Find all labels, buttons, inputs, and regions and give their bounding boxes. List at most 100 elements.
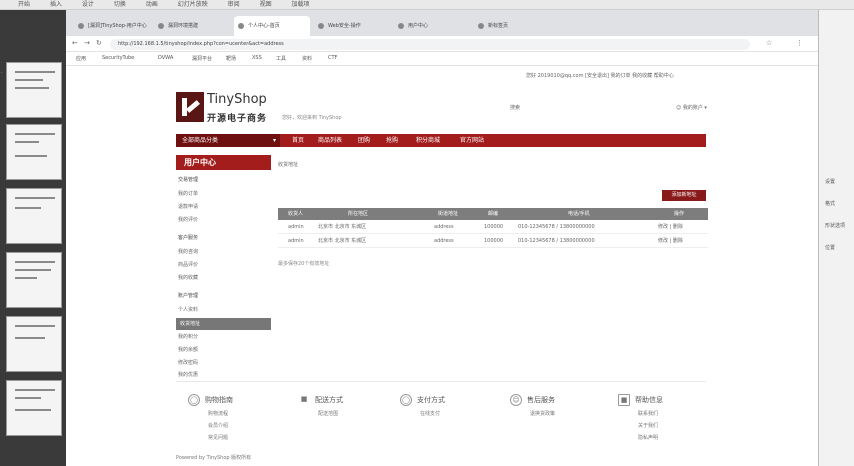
menu-item-insert[interactable]: 插入 — [50, 0, 62, 10]
menu-item-home[interactable]: 开始 — [18, 0, 30, 10]
browser-tab[interactable]: [漏洞]TinyShop-用户中心 — [74, 16, 150, 36]
browser-window: [漏洞]TinyShop-用户中心 漏洞环境搭建 个人中心-首页 Web安全-操… — [66, 10, 818, 466]
back-icon[interactable]: ← — [72, 39, 78, 47]
slide-thumbnail[interactable] — [6, 316, 62, 372]
search-link[interactable]: 搜索 — [510, 104, 520, 111]
sidebar-item-refund[interactable]: 退款申请 — [178, 203, 198, 210]
format-pane-item[interactable]: 设置 — [825, 178, 835, 185]
sidebar-item-reviews[interactable]: 我的评价 — [178, 216, 198, 223]
menu-item-transition[interactable]: 切换 — [114, 0, 126, 10]
slide-thumbnail[interactable] — [6, 188, 62, 244]
sidebar-item-balance[interactable]: 我的余额 — [178, 346, 198, 353]
my-account-link[interactable]: ☺ 我的账户 ▾ — [676, 104, 707, 111]
sidebar-item-orders[interactable]: 我的订单 — [178, 190, 198, 197]
table-cell: 010-12345678 / 13800000000 — [518, 238, 595, 244]
top-user-info[interactable]: 您好 2019010@qq.com [安全退出] 我的订单 我的收藏 帮助中心 — [526, 72, 674, 79]
nav-item-home[interactable]: 首页 — [292, 134, 304, 147]
table-header: 收货人 所在地区 街道地址 邮编 电话/手机 操作 — [278, 208, 708, 220]
main-nav: 全部商品分类 ▾ 首页 商品列表 团购 抢购 积分商城 官方网站 — [176, 134, 706, 147]
footer-link[interactable]: 退换货政策 — [530, 410, 555, 417]
table-cell: 100000 — [484, 224, 504, 230]
help-icon: ■ — [618, 394, 630, 406]
footer-link[interactable]: 联系我们 — [638, 410, 658, 417]
footer-heading: 支付方式 — [417, 396, 445, 404]
service-icon: ☺ — [510, 394, 522, 406]
favicon-icon — [78, 23, 84, 29]
slide-thumbnail[interactable] — [6, 62, 62, 118]
site-logo[interactable]: TinyShop 开源电子商务 — [176, 90, 276, 130]
browser-tab[interactable]: 漏洞环境搭建 — [154, 16, 230, 36]
sidebar-item-product-review[interactable]: 商品评价 — [178, 261, 198, 268]
table-cell: 100000 — [484, 238, 504, 244]
favicon-icon — [478, 23, 484, 29]
menu-item-animation[interactable]: 动画 — [146, 0, 158, 10]
star-icon[interactable]: ☆ — [766, 39, 772, 47]
menu-item-design[interactable]: 设计 — [82, 0, 94, 10]
browser-tab-active[interactable]: 个人中心-首页 — [234, 16, 310, 36]
category-dropdown[interactable]: 全部商品分类 ▾ — [176, 134, 280, 147]
browser-tab[interactable]: 用户中心 — [394, 16, 470, 36]
col-header: 街道地址 — [438, 211, 459, 217]
copyright: Powered by TinyShop 版权所有 — [176, 455, 252, 461]
payment-icon: ◯ — [400, 394, 412, 406]
bookmark-item[interactable]: DVWA — [158, 55, 173, 61]
slide-thumbnail[interactable] — [6, 252, 62, 308]
bookmark-item[interactable]: 靶场 — [226, 55, 236, 62]
sidebar-item-profile[interactable]: 个人资料 — [178, 306, 198, 313]
slide-thumbnail[interactable] — [6, 124, 62, 180]
footer-heading: 购物指南 — [205, 396, 233, 404]
footer-heading: 售后服务 — [527, 396, 555, 404]
nav-item-groupbuy[interactable]: 团购 — [358, 134, 370, 147]
table-cell: admin — [288, 238, 304, 244]
footer-heading: 配送方式 — [315, 396, 343, 404]
my-account-label: 我的账户 — [682, 105, 703, 111]
tab-strip: [漏洞]TinyShop-用户中心 漏洞环境搭建 个人中心-首页 Web安全-操… — [66, 10, 818, 36]
sidebar-item-consult[interactable]: 我的咨询 — [178, 248, 198, 255]
menu-item-review[interactable]: 审阅 — [228, 0, 240, 10]
sidebar-item-points[interactable]: 我的积分 — [178, 333, 198, 340]
sidebar-item-password[interactable]: 修改密码 — [178, 359, 198, 366]
logo-mark-icon — [176, 92, 204, 122]
col-header: 邮编 — [488, 211, 499, 217]
footer-link[interactable]: 会员介绍 — [208, 422, 228, 429]
sidebar-item-favorites[interactable]: 我的收藏 — [178, 274, 198, 281]
bookmark-item[interactable]: 漏洞平台 — [192, 55, 212, 62]
footer-link[interactable]: 隐私声明 — [638, 434, 658, 441]
bookmark-item[interactable]: XSS — [252, 55, 262, 61]
nav-item-official[interactable]: 官方网站 — [460, 134, 484, 147]
format-pane-item[interactable]: 格式 — [825, 200, 835, 207]
footer-link[interactable]: 在线支付 — [420, 410, 440, 417]
forward-icon[interactable]: → — [84, 39, 90, 47]
footer-link[interactable]: 常见问题 — [208, 434, 228, 441]
browser-tab[interactable]: 新标签页 — [474, 16, 550, 36]
menu-item-addins[interactable]: 加载项 — [292, 0, 310, 10]
format-pane-item[interactable]: 形状选项 — [825, 222, 845, 229]
footer-link[interactable]: 关于我们 — [638, 422, 658, 429]
menu-item-slideshow[interactable]: 幻灯片放映 — [178, 0, 208, 10]
menu-item-view[interactable]: 视图 — [260, 0, 272, 10]
footer-link[interactable]: 配送范围 — [318, 410, 338, 417]
footer-link[interactable]: 购物流程 — [208, 410, 228, 417]
edit-delete-link[interactable]: 修改 | 删除 — [658, 234, 683, 248]
bookmark-item[interactable]: SecurityTube — [102, 55, 134, 61]
bookmark-item[interactable]: CTF — [328, 55, 337, 61]
browser-tab[interactable]: Web安全-操作 — [314, 16, 390, 36]
nav-item-points[interactable]: 积分商城 — [416, 134, 440, 147]
edit-delete-link[interactable]: 修改 | 删除 — [658, 220, 683, 234]
nav-item-flashsale[interactable]: 抢购 — [386, 134, 398, 147]
format-pane-item[interactable]: 位置 — [825, 244, 835, 251]
url-input[interactable]: http://192.168.1.5/tinyshop/index.php?co… — [110, 39, 750, 50]
slide-thumbnail[interactable] — [6, 380, 62, 436]
add-address-button[interactable]: 添加新地址 — [662, 190, 706, 201]
nav-item-products[interactable]: 商品列表 — [318, 134, 342, 147]
menu-icon[interactable]: ⋮ — [796, 39, 803, 47]
sidebar-item-coupons[interactable]: 我的优惠 — [178, 371, 198, 378]
bookmark-item[interactable]: 工具 — [276, 55, 286, 62]
bookmark-item[interactable]: 资料 — [302, 55, 312, 62]
tab-label: 用户中心 — [408, 23, 429, 29]
sidebar-item-address-active[interactable]: 收货地址 — [176, 318, 271, 330]
sidebar-group-account: 账户管理 — [178, 293, 199, 299]
reload-icon[interactable]: ↻ — [96, 39, 102, 47]
bookmark-item[interactable]: 应用 — [76, 55, 86, 62]
format-pane: 设置 格式 形状选项 位置 — [818, 10, 854, 466]
